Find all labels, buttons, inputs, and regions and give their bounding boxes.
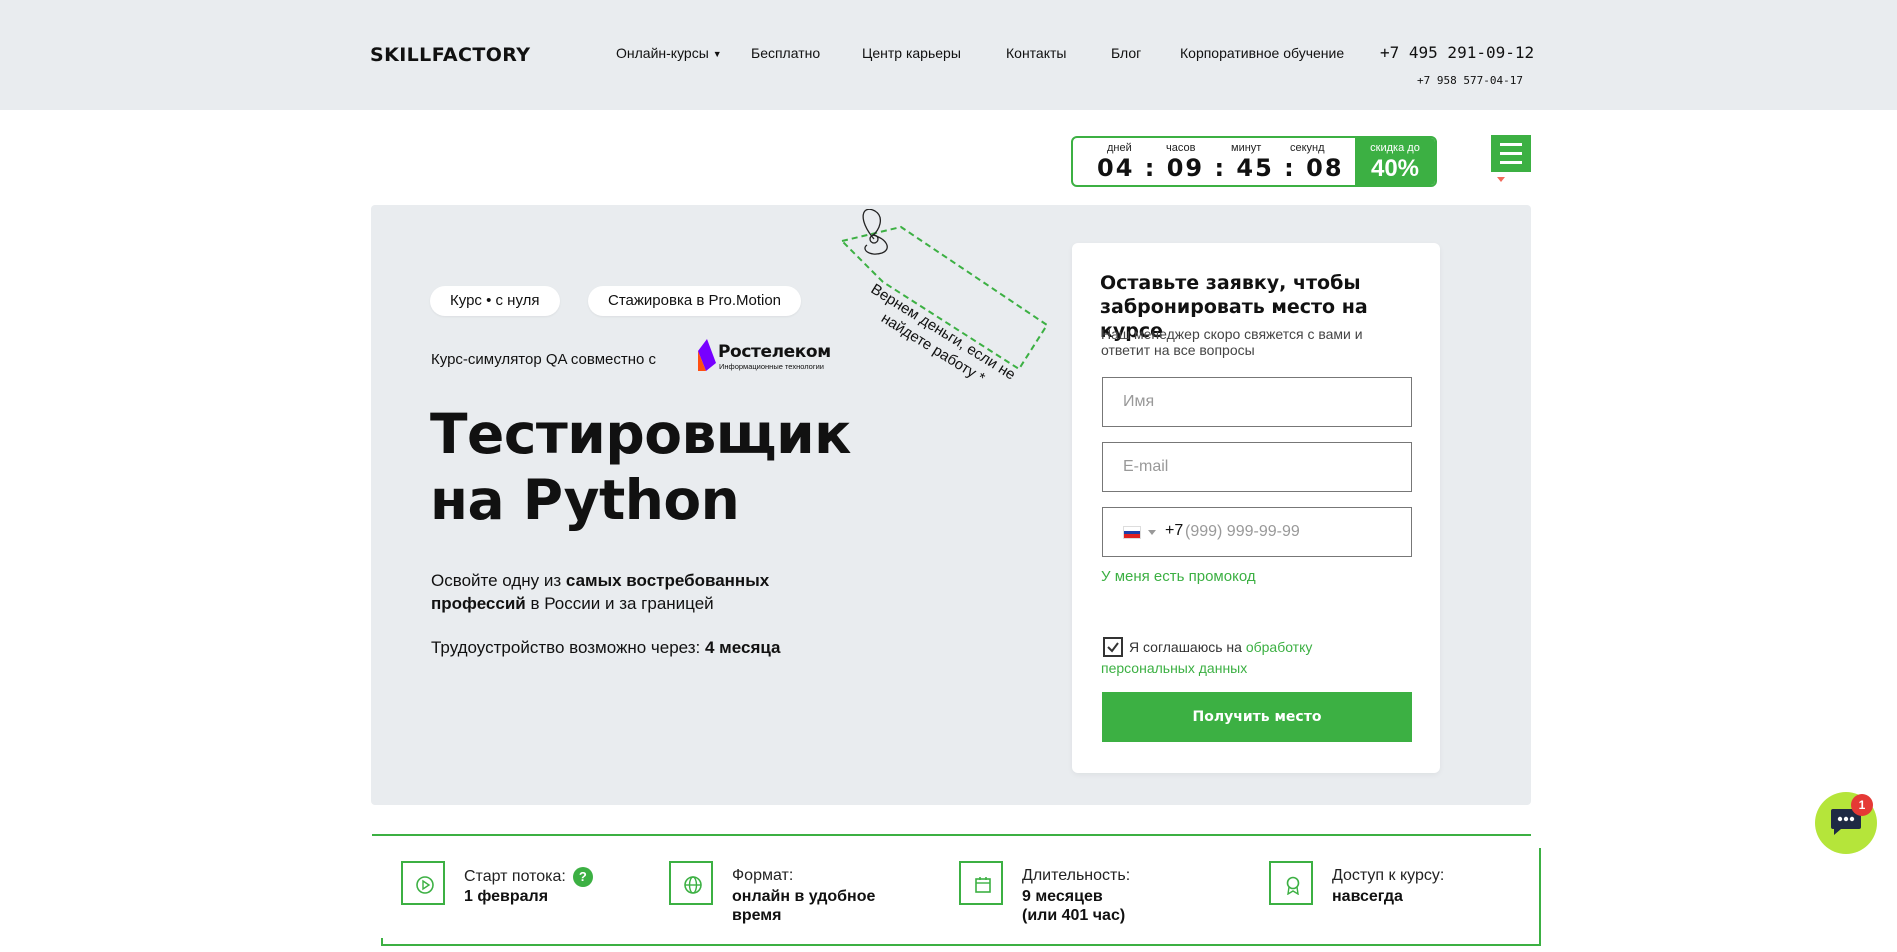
calendar-icon: [959, 861, 1003, 905]
get-place-button[interactable]: Получить место: [1102, 692, 1412, 742]
info-access-label: Доступ к курсу:: [1332, 867, 1445, 884]
award-icon: [1269, 861, 1313, 905]
partner-name: Ростелеком: [718, 342, 831, 362]
info-format-label: Формат:: [732, 867, 794, 884]
page-title: Тестировщик на Python: [430, 401, 851, 533]
chevron-down-icon: ▼: [712, 49, 722, 60]
employment-period: 4 месяца: [705, 638, 781, 657]
partner-subtitle: Информационные технологии: [719, 362, 824, 371]
nav-career-center[interactable]: Центр карьеры: [862, 45, 961, 61]
nav-corporate[interactable]: Корпоративное обучение: [1180, 45, 1344, 61]
email-input[interactable]: [1103, 443, 1411, 491]
phone-main[interactable]: +7 495 291-09-12: [1380, 43, 1534, 62]
signup-form: Оставьте заявку, чтобы забронировать мес…: [1072, 243, 1440, 773]
phone-field-wrapper: +7: [1102, 507, 1412, 557]
info-duration-label: Длительность:: [1022, 867, 1131, 884]
phone-secondary[interactable]: +7 958 577-04-17: [1417, 74, 1523, 87]
info-format-value: онлайн в удобное время: [732, 888, 876, 924]
play-icon: [401, 861, 445, 905]
chat-unread-badge: 1: [1851, 794, 1873, 816]
timer-label-seconds: секунд: [1290, 142, 1325, 154]
menu-indicator: [1497, 177, 1505, 182]
globe-icon: [669, 861, 713, 905]
info-duration-value: 9 месяцев (или 401 час): [1022, 888, 1126, 924]
info-start-label: Старт потока:?: [464, 867, 593, 887]
discount-badge: скидка до 40%: [1355, 138, 1435, 185]
country-chevron-down-icon[interactable]: [1148, 530, 1156, 535]
phone-input[interactable]: [1175, 508, 1405, 556]
consent-text: Я соглашаюсь на обработку персональных д…: [1101, 639, 1313, 676]
nav-contacts[interactable]: Контакты: [1006, 45, 1066, 61]
timer-label-days: дней: [1107, 142, 1132, 154]
timer-label-hours: часов: [1166, 142, 1196, 154]
employment-line: Трудоустройство возможно через: 4 месяца: [431, 638, 781, 657]
name-field-wrapper: [1102, 377, 1412, 427]
hero-description: Освойте одну из самых востребованных про…: [431, 571, 770, 613]
info-start-value: 1 февраля: [464, 888, 549, 905]
discount-label: скидка до: [1370, 142, 1420, 154]
discount-value: 40%: [1370, 155, 1420, 182]
rostelecom-logo: Ростелеком Информационные технологии: [696, 335, 831, 375]
money-back-tag: Вернем деньги, если не найдете работу *: [837, 209, 1047, 387]
info-access-value: навсегда: [1332, 888, 1403, 905]
skillfactory-logo[interactable]: SKILLFACTORY: [370, 44, 530, 66]
tag-beginner: Курс • с нуля: [430, 286, 560, 316]
hero-section: Курс • с нуля Стажировка в Pro.Motion Ку…: [371, 205, 1531, 805]
nav-online-courses[interactable]: Онлайн-курсы ▼: [616, 45, 722, 61]
site-header: SKILLFACTORY Онлайн-курсы ▼ Бесплатно Цен…: [0, 0, 1897, 110]
course-info-bar: Старт потока:? 1 февраля Формат: онлайн …: [372, 834, 1531, 938]
help-icon[interactable]: ?: [572, 867, 593, 887]
menu-icon[interactable]: [1491, 135, 1531, 172]
timer-value: 04 : 09 : 45 : 08: [1097, 154, 1344, 182]
nav-free[interactable]: Бесплатно: [751, 45, 820, 61]
russia-flag-icon[interactable]: [1123, 526, 1141, 539]
timer-label-minutes: минут: [1231, 142, 1262, 154]
promo-code-link[interactable]: У меня есть промокод: [1101, 568, 1256, 585]
name-input[interactable]: [1103, 378, 1411, 426]
form-subtitle: Наш менеджер скоро свяжется с вами и отв…: [1101, 326, 1363, 358]
title-line-1: Тестировщик: [430, 402, 851, 466]
tag-internship: Стажировка в Pro.Motion: [588, 286, 802, 316]
discount-timer: дней часов минут секунд 04 : 09 : 45 : 0…: [1071, 136, 1437, 187]
nav-blog[interactable]: Блог: [1111, 45, 1141, 61]
partner-text: Курс-симулятор QA совместно с: [431, 351, 657, 368]
email-field-wrapper: [1102, 442, 1412, 492]
title-line-2: на Python: [430, 468, 740, 532]
